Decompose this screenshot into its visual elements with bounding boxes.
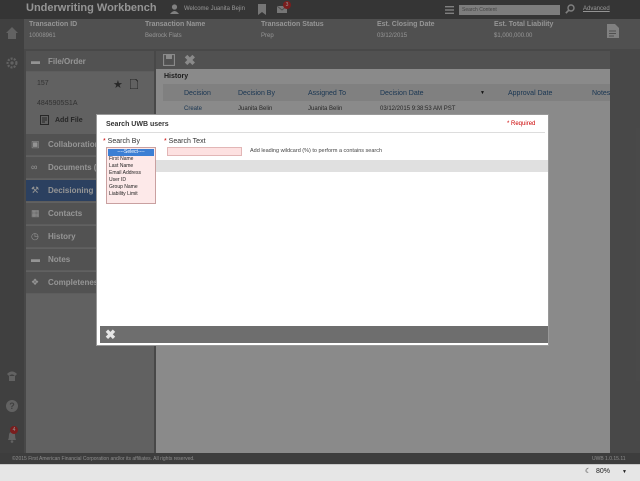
search-by-listbox[interactable]: ----Select---- First Name Last Name Emai… [106,147,156,204]
option-select[interactable]: ----Select---- [108,149,154,156]
dialog-title: Search UWB users [106,121,169,128]
option-user-id[interactable]: User ID [108,177,155,184]
globe-icon: ☾ [585,468,592,475]
browser-status-bar [0,464,640,481]
option-group-name[interactable]: Group Name [108,184,155,191]
required-label: Required [511,121,536,127]
dialog-close-icon[interactable]: ✖ [105,327,116,342]
search-text-label: * Search Text [164,138,206,145]
option-first-name[interactable]: First Name [108,156,155,163]
dialog-footer [100,326,548,343]
zoom-dropdown-icon[interactable]: ▼ [622,469,627,475]
search-text-label-text: Search Text [168,138,206,145]
option-liability-limit[interactable]: Liability Limit [108,191,155,198]
wildcard-hint: Add leading wildcard (%) to perform a co… [250,148,383,154]
search-by-label: * Search By [103,138,140,145]
dialog-divider [100,132,545,133]
search-text-input[interactable] [167,147,242,156]
option-last-name[interactable]: Last Name [108,163,155,170]
option-email-address[interactable]: Email Address [108,170,155,177]
results-header-bar [156,160,548,172]
search-by-label-text: Search By [107,138,140,145]
zoom-level[interactable]: 80% [596,468,610,475]
required-note: * Required [507,121,536,127]
